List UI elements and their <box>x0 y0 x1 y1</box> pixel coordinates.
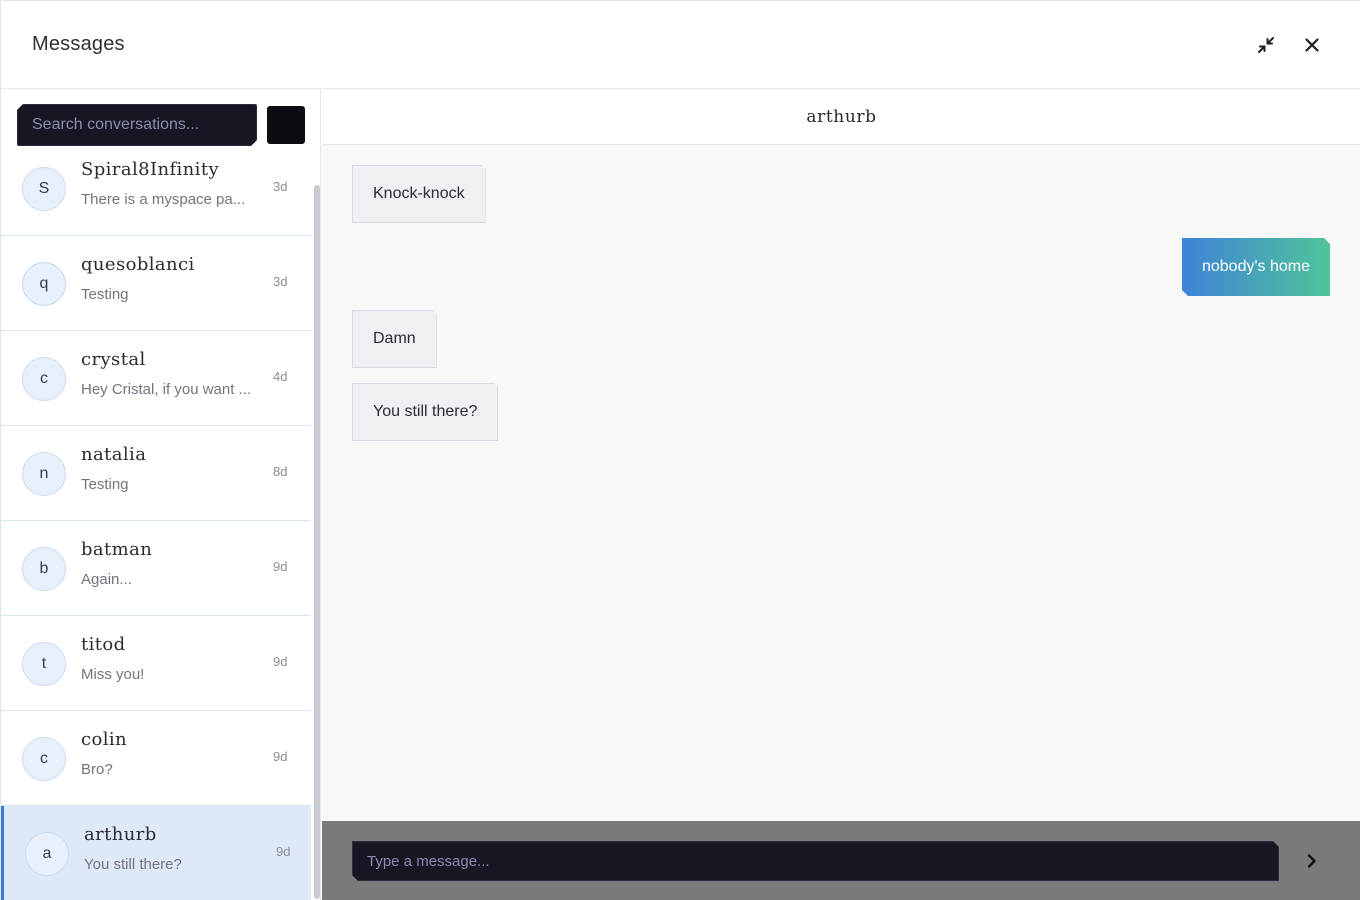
chat-title: arthurb <box>806 106 877 127</box>
conversation-time: 3d <box>273 179 288 194</box>
conversation-preview: Hey Cristal, if you want ... <box>81 381 252 398</box>
conversation-item[interactable]: b batman Again... 9d <box>1 521 311 616</box>
sidebar-scrollbar[interactable] <box>314 185 320 899</box>
conversation-time: 4d <box>273 369 288 384</box>
conversation-name: Spiral8Infinity <box>81 159 220 180</box>
collapse-arrows-icon <box>1258 37 1274 53</box>
new-conversation-button[interactable] <box>267 106 305 144</box>
conversation-preview: Testing <box>81 476 129 493</box>
message-bubble-incoming: Knock-knock <box>352 165 486 223</box>
conversation-item[interactable]: q quesoblanci Testing 3d <box>1 236 311 331</box>
chat-panel: arthurb Knock-knock nobody's home Damn Y… <box>322 89 1360 900</box>
avatar: c <box>22 737 66 781</box>
conversation-name: batman <box>81 539 153 560</box>
conversation-name: arthurb <box>84 824 157 845</box>
message-composer <box>322 821 1360 900</box>
conversation-preview: Testing <box>81 286 129 303</box>
conversation-time: 9d <box>273 559 288 574</box>
conversation-preview: Again... <box>81 571 132 588</box>
close-button[interactable] <box>1298 31 1326 59</box>
message-bubble-incoming: Damn <box>352 310 437 368</box>
search-input[interactable] <box>17 104 257 146</box>
conversation-item[interactable]: c colin Bro? 9d <box>1 711 311 806</box>
avatar: a <box>25 832 69 876</box>
message-bubble-incoming: You still there? <box>352 383 498 441</box>
conversation-item[interactable]: n natalia Testing 8d <box>1 426 311 521</box>
conversation-name: natalia <box>81 444 147 465</box>
conversation-item[interactable]: t titod Miss you! 9d <box>1 616 311 711</box>
avatar: q <box>22 262 66 306</box>
chevron-right-icon <box>1307 854 1316 868</box>
avatar: c <box>22 357 66 401</box>
conversation-item-active[interactable]: a arthurb You still there? 9d <box>1 806 311 900</box>
conversation-time: 8d <box>273 464 288 479</box>
conversation-preview: Bro? <box>81 761 113 778</box>
avatar: b <box>22 547 66 591</box>
conversation-sidebar: S Spiral8Infinity There is a myspace pa.… <box>1 89 321 900</box>
conversation-name: colin <box>81 729 128 750</box>
conversation-time: 9d <box>273 749 288 764</box>
conversation-preview: Miss you! <box>81 666 145 683</box>
send-button[interactable] <box>1298 847 1326 875</box>
search-container <box>17 104 257 146</box>
conversation-name: quesoblanci <box>81 254 195 275</box>
conversation-list: S Spiral8Infinity There is a myspace pa.… <box>1 157 311 900</box>
minimize-button[interactable] <box>1252 31 1280 59</box>
conversation-preview: You still there? <box>84 856 182 873</box>
conversation-name: titod <box>81 634 126 655</box>
avatar: S <box>22 167 66 211</box>
conversation-item[interactable]: c crystal Hey Cristal, if you want ... 4… <box>1 331 311 426</box>
close-icon <box>1305 38 1319 52</box>
message-input[interactable] <box>352 841 1279 881</box>
chat-header: arthurb <box>322 89 1360 145</box>
conversation-name: crystal <box>81 349 146 370</box>
avatar: n <box>22 452 66 496</box>
window-title: Messages <box>32 33 125 55</box>
message-bubble-outgoing: nobody's home <box>1182 238 1330 296</box>
window-header: Messages <box>1 1 1360 89</box>
conversation-item[interactable]: S Spiral8Infinity There is a myspace pa.… <box>1 157 311 236</box>
messages-window: Messages S Spiral8Infinity There <box>0 0 1360 900</box>
conversation-time: 9d <box>273 654 288 669</box>
avatar: t <box>22 642 66 686</box>
conversation-time: 3d <box>273 274 288 289</box>
conversation-preview: There is a myspace pa... <box>81 191 246 208</box>
conversation-time: 9d <box>276 844 291 859</box>
